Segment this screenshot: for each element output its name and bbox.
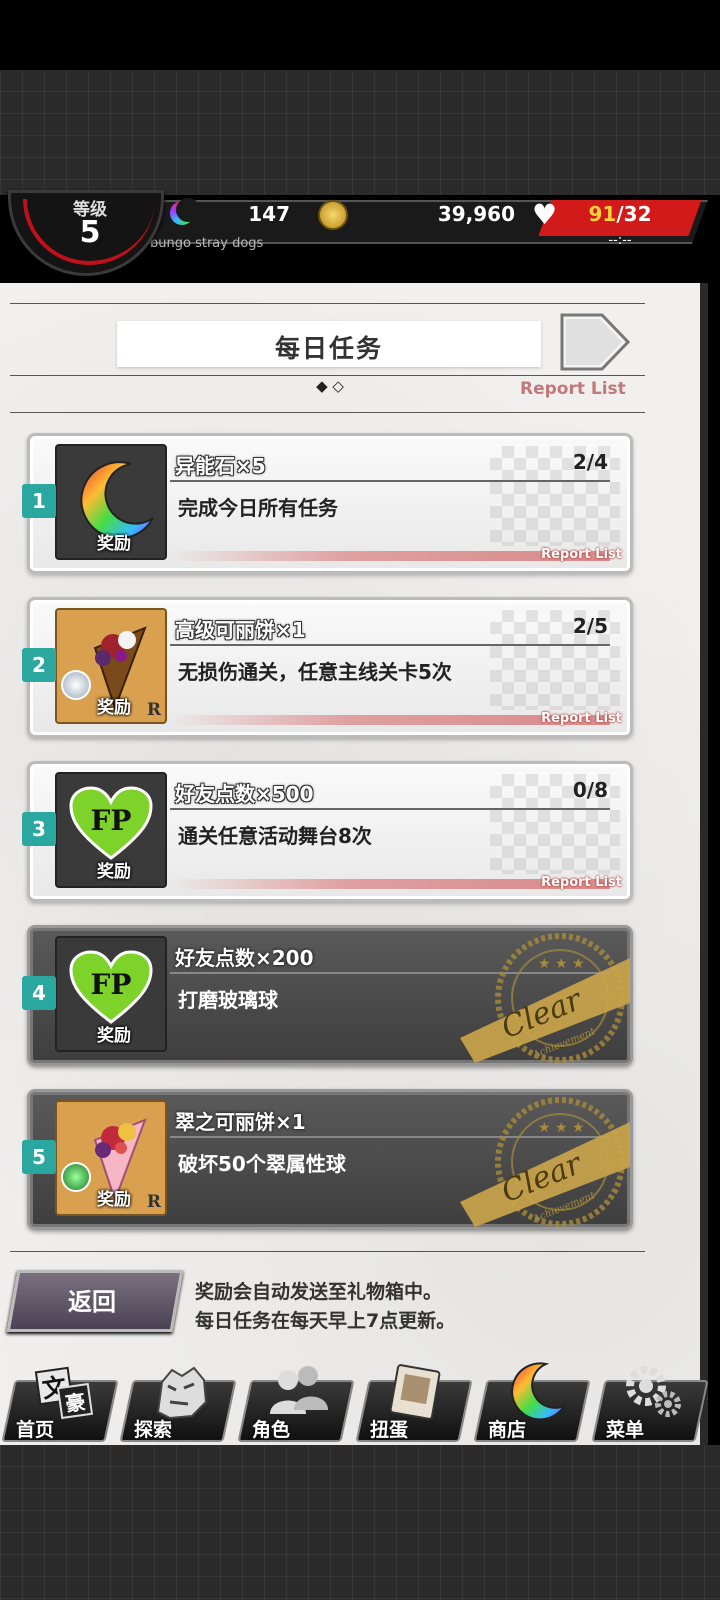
page-indicator: ◆ ◇ bbox=[316, 377, 344, 395]
mission-number: 1 bbox=[22, 484, 56, 518]
reward-icon-box: R 奖励 bbox=[55, 1100, 167, 1216]
game-subtitle: bungo stray dogs bbox=[150, 236, 264, 251]
stamina-value: 91/32 bbox=[588, 202, 652, 226]
gear-icon bbox=[626, 1366, 681, 1417]
reward-label: 奖励 bbox=[97, 1190, 131, 1210]
mission-description: 通关任意活动舞台8次 bbox=[178, 824, 372, 848]
level-value: 5 bbox=[79, 215, 101, 250]
shop-moon-icon bbox=[511, 1362, 566, 1421]
reward-name: 好友点数×200 bbox=[175, 946, 314, 970]
nav-label: 首页 bbox=[16, 1419, 55, 1441]
nav-shop[interactable]: 商店 bbox=[473, 1362, 591, 1444]
nav-label: 探索 bbox=[134, 1419, 173, 1441]
reward-label: 奖励 bbox=[97, 698, 131, 718]
mission-number: 5 bbox=[22, 1140, 56, 1174]
bottom-background bbox=[0, 1445, 720, 1600]
attribute-gem-icon bbox=[61, 670, 91, 700]
next-page-arrow-icon[interactable] bbox=[560, 313, 630, 371]
reward-label: 奖励 bbox=[97, 1026, 131, 1046]
mission-description: 完成今日所有任务 bbox=[178, 496, 338, 520]
nav-characters[interactable]: 角色 bbox=[237, 1366, 355, 1444]
reward-name: 好友点数×500 bbox=[175, 782, 314, 806]
mission-description: 无损伤通关，任意主线关卡5次 bbox=[178, 660, 452, 684]
reward-icon-box: 奖励 bbox=[55, 444, 167, 560]
mission-number: 2 bbox=[22, 648, 56, 682]
report-list-link[interactable]: Report List bbox=[520, 379, 626, 399]
svg-text:FP: FP bbox=[91, 804, 132, 837]
reward-icon-box: FP 奖励 bbox=[55, 936, 167, 1052]
reward-icon-box: R 奖励 bbox=[55, 608, 167, 724]
nav-explore[interactable]: 探索 bbox=[119, 1366, 237, 1444]
rarity-badge: R bbox=[146, 1192, 161, 1212]
reward-name: 翠之可丽饼×1 bbox=[175, 1110, 306, 1134]
mission-number: 3 bbox=[22, 812, 56, 846]
mission-card[interactable]: 奖励 1 异能石×5 2/4 完成今日所有任务 Report List bbox=[22, 433, 633, 574]
svg-text:★ ★ ★: ★ ★ ★ bbox=[538, 1120, 585, 1136]
nav-home[interactable]: 文 豪 首页 bbox=[1, 1366, 119, 1444]
reward-name: 异能石×5 bbox=[175, 454, 266, 478]
page-title: 每日任务 bbox=[274, 334, 383, 363]
top-background bbox=[0, 70, 720, 195]
mission-number: 4 bbox=[22, 976, 56, 1010]
mission-progress: 0/8 bbox=[572, 778, 608, 802]
divider bbox=[10, 412, 645, 413]
home-icon: 文 豪 bbox=[34, 1366, 94, 1420]
nav-label: 菜单 bbox=[606, 1419, 645, 1441]
ability-stone-icon bbox=[170, 198, 200, 225]
bottom-nav: 文 豪 首页 探索 角色 扭蛋 商店 菜单 bbox=[0, 1362, 720, 1445]
footer-note: 奖励会自动发送至礼物箱中。 bbox=[195, 1281, 443, 1303]
stone-count: 147 bbox=[248, 202, 290, 226]
divider bbox=[10, 303, 645, 304]
gacha-book-icon bbox=[389, 1364, 441, 1420]
mission-card-cleared[interactable]: FP 奖励 4 好友点数×200 打磨玻璃球 ★ ★ ★ Clear Achie… bbox=[22, 925, 633, 1066]
mission-card-cleared[interactable]: R 奖励 5 翠之可丽饼×1 破坏50个翠属性球 ★ ★ ★ Clear Ach… bbox=[22, 1089, 633, 1230]
mission-card[interactable]: FP 奖励 3 好友点数×500 0/8 通关任意活动舞台8次 Report L… bbox=[22, 761, 633, 902]
reward-icon-box: FP 奖励 bbox=[55, 772, 167, 888]
divider bbox=[10, 1251, 645, 1252]
nav-label: 扭蛋 bbox=[370, 1419, 409, 1441]
characters-icon bbox=[270, 1366, 328, 1414]
footer-note: 每日任务在每天早上7点更新。 bbox=[195, 1310, 456, 1332]
mission-progress: 2/4 bbox=[572, 450, 608, 474]
fp-heart-icon: FP bbox=[69, 786, 153, 860]
svg-text:FP: FP bbox=[91, 968, 132, 1001]
title-bar: 每日任务 bbox=[117, 321, 541, 367]
nav-menu[interactable]: 菜单 bbox=[591, 1366, 709, 1444]
reward-name: 高级可丽饼×1 bbox=[175, 618, 306, 642]
reward-label: 奖励 bbox=[97, 862, 131, 882]
rarity-badge: R bbox=[146, 700, 161, 720]
coin-icon bbox=[318, 200, 348, 230]
clear-stamp-icon: ★ ★ ★ Clear Achievement bbox=[460, 933, 630, 1063]
attribute-gem-icon bbox=[61, 1162, 91, 1192]
clear-stamp-icon: ★ ★ ★ Clear Achievement bbox=[460, 1097, 630, 1227]
report-list-tag: Report List bbox=[541, 547, 622, 562]
back-button-label[interactable]: 返回 bbox=[12, 1282, 172, 1317]
reward-label: 奖励 bbox=[97, 534, 131, 554]
level-badge[interactable]: 等级 5 bbox=[8, 190, 164, 276]
fp-heart-icon: FP bbox=[69, 950, 153, 1024]
tiger-icon bbox=[156, 1366, 208, 1420]
svg-text:豪: 豪 bbox=[64, 1390, 87, 1417]
mission-progress: 2/5 bbox=[572, 614, 608, 638]
mission-card[interactable]: R 奖励 2 高级可丽饼×1 2/5 无损伤通关，任意主线关卡5次 Report… bbox=[22, 597, 633, 738]
coin-count: 39,960 bbox=[437, 202, 515, 226]
report-list-tag: Report List bbox=[541, 875, 622, 890]
mission-description: 破坏50个翠属性球 bbox=[178, 1152, 346, 1176]
heart-icon: ♥ bbox=[532, 198, 558, 231]
nav-gacha[interactable]: 扭蛋 bbox=[355, 1364, 473, 1444]
stamina-timer: --:-- bbox=[608, 233, 632, 248]
nav-label: 商店 bbox=[488, 1419, 527, 1441]
mission-description: 打磨玻璃球 bbox=[178, 988, 278, 1012]
report-list-tag: Report List bbox=[541, 711, 622, 726]
status-bar: 147 39,960 ♥ 91/32 --:-- bungo stray dog… bbox=[0, 190, 720, 276]
nav-label: 角色 bbox=[252, 1419, 291, 1441]
divider bbox=[10, 375, 645, 376]
svg-text:★ ★ ★: ★ ★ ★ bbox=[538, 956, 585, 972]
